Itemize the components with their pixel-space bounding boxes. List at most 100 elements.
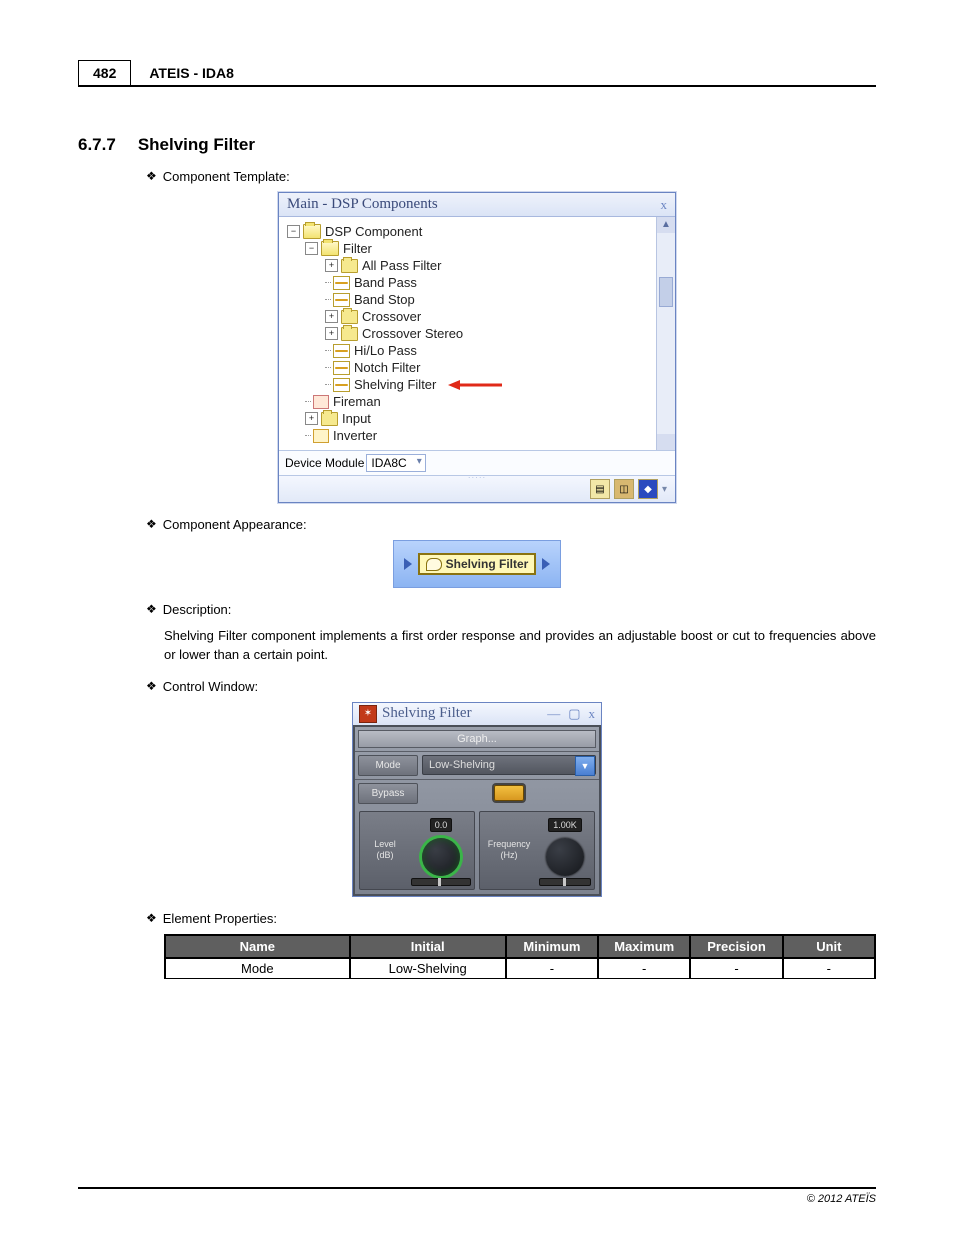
bullet-element-properties: ❖ Element Properties: <box>146 911 876 926</box>
device-module-label: Device Module <box>285 456 364 470</box>
bullet-control-window: ❖ Control Window: <box>146 679 876 694</box>
panel-title: Main - DSP Components <box>287 196 438 213</box>
col-prec: Precision <box>690 935 782 958</box>
close-icon[interactable]: x <box>589 706 596 722</box>
dropdown-arrow-icon[interactable]: ▼ <box>575 756 595 776</box>
control-window: ✶ Shelving Filter — ▢ x Graph... Mode Lo… <box>352 702 602 897</box>
page-header: 482 ATEIS - IDA8 <box>78 60 876 87</box>
dsp-tree-panel: Main - DSP Components x −DSP Component −… <box>278 192 676 503</box>
page-footer: © 2012 ATEÏS <box>78 1187 876 1205</box>
copyright: © 2012 ATEÏS <box>807 1193 876 1205</box>
panel-titlebar: Main - DSP Components x <box>279 193 675 217</box>
scroll-thumb[interactable] <box>659 277 673 307</box>
control-title: Shelving Filter <box>382 705 472 722</box>
device-module-row: Device Module IDA8C <box>279 450 675 475</box>
component-appearance-block[interactable]: Shelving Filter <box>393 540 562 588</box>
expand-icon[interactable]: + <box>325 259 338 272</box>
table-row: Mode Low-Shelving - - - - <box>165 958 875 979</box>
expand-icon[interactable]: + <box>325 310 338 323</box>
element-properties-table: Name Initial Minimum Maximum Precision U… <box>164 934 876 979</box>
tree-list: −DSP Component −Filter +All Pass Filter … <box>279 217 656 450</box>
tree-node-crossover-stereo[interactable]: +Crossover Stereo <box>287 325 648 342</box>
level-slider[interactable] <box>411 878 471 886</box>
tree-node-crossover[interactable]: +Crossover <box>287 308 648 325</box>
arrow-indicator-icon <box>448 379 504 391</box>
level-knob[interactable] <box>422 838 460 876</box>
folder-open-icon <box>321 241 339 256</box>
filter-icon <box>333 344 350 358</box>
close-icon[interactable]: x <box>661 197 668 213</box>
footer-tool-icon[interactable]: ▤ <box>590 479 610 499</box>
tree-node-bandpass[interactable]: Band Pass <box>287 274 648 291</box>
fireman-icon <box>313 395 329 409</box>
scroll-up-icon[interactable]: ▲ <box>661 219 671 230</box>
window-app-icon: ✶ <box>359 705 377 723</box>
tree-node-notch[interactable]: Notch Filter <box>287 359 648 376</box>
level-label: Level (dB) <box>363 839 407 861</box>
inverter-icon <box>313 429 329 443</box>
section-heading: 6.7.7 Shelving Filter <box>78 135 876 155</box>
mode-label: Mode <box>358 755 418 776</box>
tree-node-input[interactable]: +Input <box>287 410 648 427</box>
bypass-label: Bypass <box>358 783 418 804</box>
tree-node-bandstop[interactable]: Band Stop <box>287 291 648 308</box>
mode-select[interactable]: Low-Shelving ▼ <box>422 755 596 775</box>
minimize-icon[interactable]: — <box>547 706 560 722</box>
diamond-icon: ❖ <box>146 169 157 184</box>
bullet-component-template: ❖ Component Template: <box>146 169 876 184</box>
tree-node-allpass[interactable]: +All Pass Filter <box>287 257 648 274</box>
table-header-row: Name Initial Minimum Maximum Precision U… <box>165 935 875 958</box>
diamond-icon: ❖ <box>146 911 157 926</box>
page-number: 482 <box>78 60 131 86</box>
device-module-select[interactable]: IDA8C <box>366 454 425 472</box>
frequency-value: 1.00K <box>548 818 582 832</box>
filter-icon <box>333 361 350 375</box>
folder-icon <box>341 259 358 273</box>
input-port-icon[interactable] <box>404 558 412 570</box>
bypass-toggle[interactable] <box>494 785 524 801</box>
filter-icon <box>333 293 350 307</box>
collapse-icon[interactable]: − <box>287 225 300 238</box>
bullet-description: ❖ Description: <box>146 602 876 617</box>
diamond-icon: ❖ <box>146 602 157 617</box>
tree-node-root[interactable]: −DSP Component <box>287 223 648 240</box>
footer-dropdown-icon[interactable]: ▾ <box>662 484 667 495</box>
filter-icon <box>333 378 350 392</box>
tree-node-fireman[interactable]: Fireman <box>287 393 648 410</box>
output-port-icon[interactable] <box>542 558 550 570</box>
frequency-slider[interactable] <box>539 878 591 886</box>
expand-icon[interactable]: + <box>325 327 338 340</box>
col-initial: Initial <box>350 935 506 958</box>
scroll-down-icon[interactable]: ▼ <box>661 437 671 448</box>
folder-icon <box>321 412 338 426</box>
graph-button[interactable]: Graph... <box>358 730 596 748</box>
col-unit: Unit <box>783 935 875 958</box>
description-text: Shelving Filter component implements a f… <box>164 627 876 665</box>
col-name: Name <box>165 935 350 958</box>
footer-tool-icon[interactable]: ◆ <box>638 479 658 499</box>
maximize-icon[interactable]: ▢ <box>568 706 580 722</box>
folder-open-icon <box>303 224 321 239</box>
folder-icon <box>341 310 358 324</box>
panel-footer: ▤ ◫ ◆ ▾ <box>279 475 675 502</box>
collapse-icon[interactable]: − <box>305 242 318 255</box>
component-chip[interactable]: Shelving Filter <box>418 553 537 575</box>
control-titlebar: ✶ Shelving Filter — ▢ x <box>353 703 601 725</box>
footer-tool-icon[interactable]: ◫ <box>614 479 634 499</box>
diamond-icon: ❖ <box>146 517 157 532</box>
bullet-component-appearance: ❖ Component Appearance: <box>146 517 876 532</box>
tree-node-inverter[interactable]: Inverter <box>287 427 648 444</box>
section-title: Shelving Filter <box>138 135 255 155</box>
expand-icon[interactable]: + <box>305 412 318 425</box>
frequency-knob[interactable] <box>546 838 584 876</box>
tree-node-hilo[interactable]: Hi/Lo Pass <box>287 342 648 359</box>
tree-node-filter[interactable]: −Filter <box>287 240 648 257</box>
level-knob-group: Level (dB) 0.0 <box>359 811 475 890</box>
frequency-label: Frequency (Hz) <box>483 839 535 861</box>
tree-node-shelving[interactable]: Shelving Filter <box>287 376 648 393</box>
section-number: 6.7.7 <box>78 135 116 155</box>
scrollbar[interactable]: ▲ ▼ <box>656 217 675 450</box>
doc-title: ATEIS - IDA8 <box>149 65 234 81</box>
frequency-knob-group: Frequency (Hz) 1.00K <box>479 811 595 890</box>
folder-icon <box>341 327 358 341</box>
